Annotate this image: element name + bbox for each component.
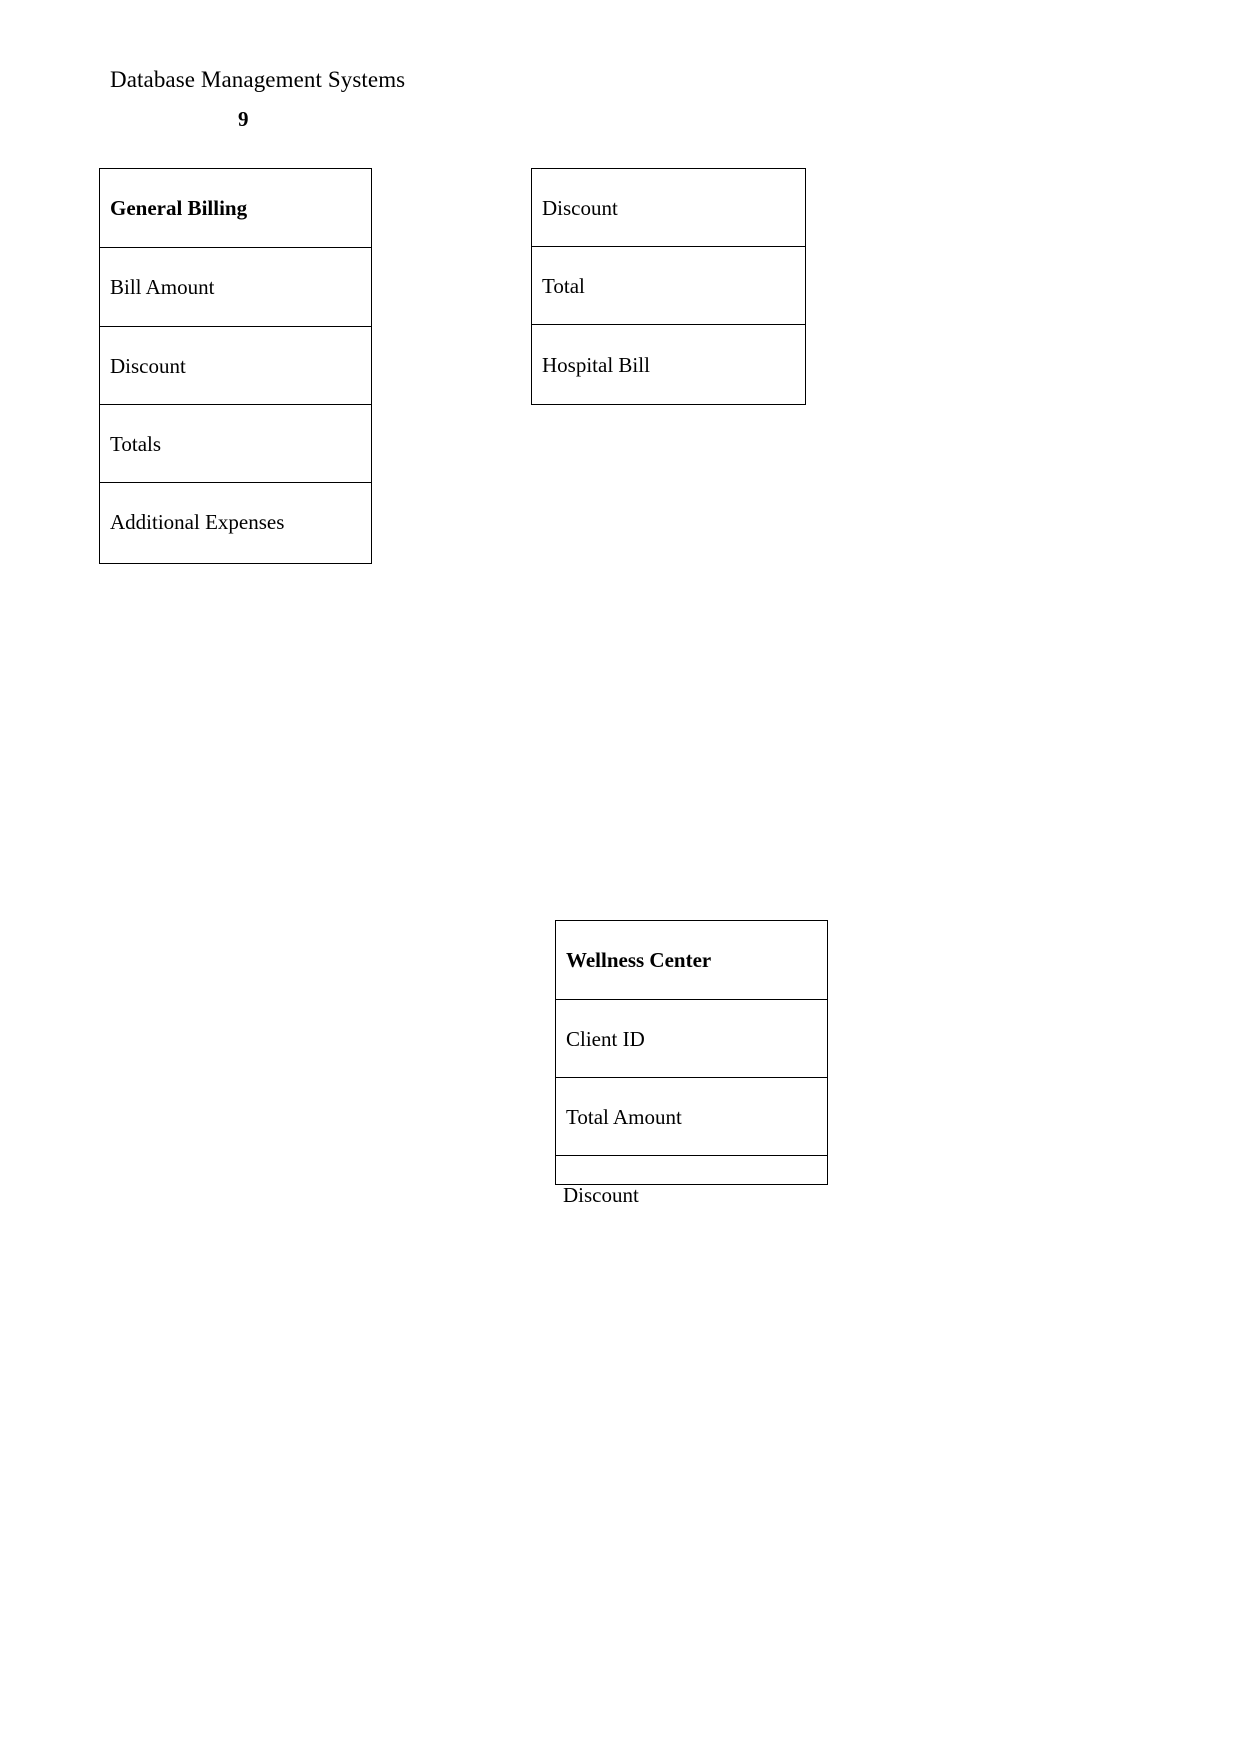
page-title: Database Management Systems bbox=[110, 67, 406, 92]
table-header-cell: General Billing bbox=[100, 169, 371, 248]
table-row-empty bbox=[556, 1156, 827, 1184]
entity-table-hospital-bill: Discount Total Hospital Bill bbox=[531, 168, 806, 405]
entity-table-general-billing: General Billing Bill Amount Discount Tot… bbox=[99, 168, 372, 564]
table-row: Total bbox=[532, 247, 805, 325]
table-row: Hospital Bill bbox=[542, 352, 650, 377]
table-row: Client ID bbox=[556, 1000, 827, 1078]
document-page: Database Management Systems 9 General Bi… bbox=[0, 0, 1241, 1754]
table-row: Bill Amount bbox=[100, 248, 371, 327]
table-row: Totals bbox=[100, 405, 371, 483]
table-row: Additional Expenses bbox=[110, 510, 285, 534]
wellness-center-overflow-label: Discount bbox=[563, 1183, 639, 1207]
table-row: Discount bbox=[100, 327, 371, 405]
page-number: 9 bbox=[238, 107, 249, 131]
entity-table-wellness-center: Wellness Center Client ID Total Amount bbox=[555, 920, 828, 1185]
table-header-cell: Wellness Center bbox=[556, 921, 827, 1000]
table-row: Total Amount bbox=[556, 1078, 827, 1156]
table-row: Discount bbox=[532, 169, 805, 247]
